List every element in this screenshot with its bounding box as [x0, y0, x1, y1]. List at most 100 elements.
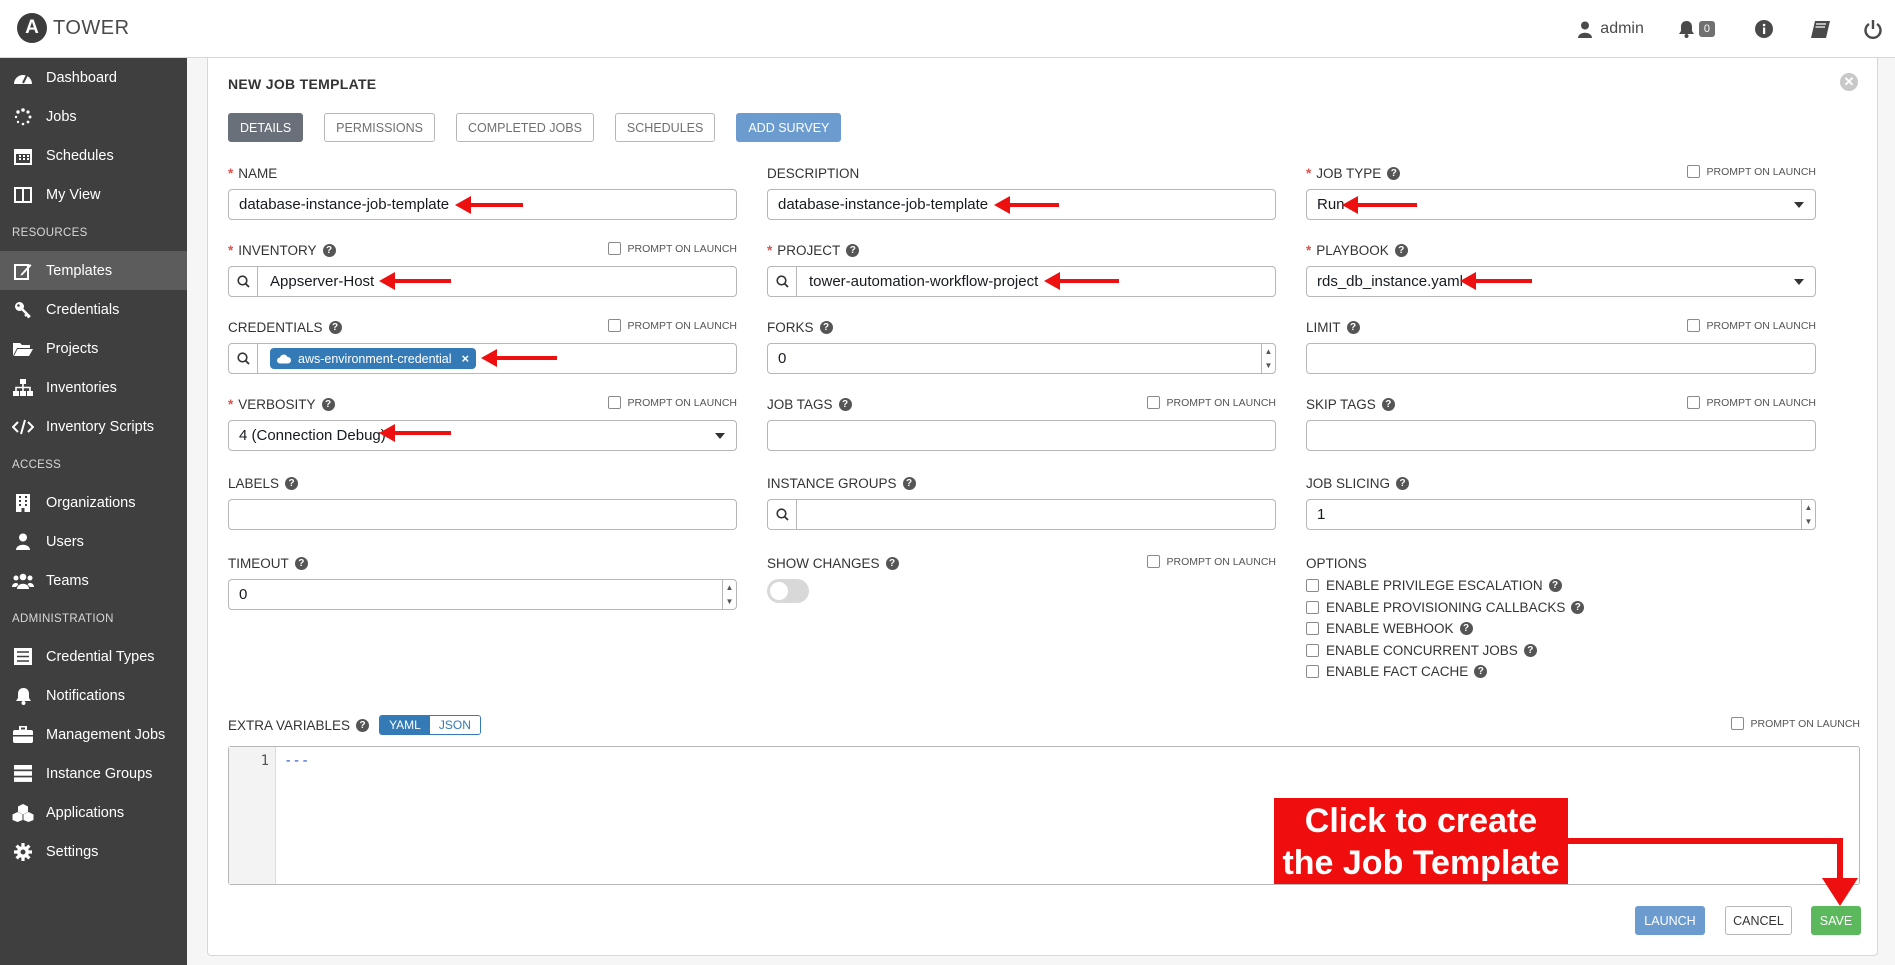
sidebar-item-credentials[interactable]: Credentials [0, 290, 187, 329]
search-icon[interactable] [768, 267, 797, 296]
about-button[interactable] [1755, 20, 1773, 38]
verbosity-select[interactable]: 4 (Connection Debug) [228, 420, 737, 451]
checkbox[interactable] [607, 319, 621, 332]
checkbox[interactable] [607, 242, 621, 255]
extra-variables-prompt-on-launch[interactable]: PROMPT ON LAUNCH [1730, 717, 1860, 730]
sidebar-item-templates[interactable]: Templates [0, 251, 187, 290]
help-icon[interactable]: ? [902, 476, 916, 490]
checkbox[interactable] [1686, 165, 1700, 178]
help-icon[interactable]: ? [1459, 622, 1473, 636]
credentials-prompt-on-launch[interactable]: PROMPT ON LAUNCH [607, 319, 737, 332]
help-icon[interactable]: ? [321, 397, 335, 411]
limit-prompt-on-launch[interactable]: PROMPT ON LAUNCH [1686, 319, 1816, 332]
checkbox[interactable] [1306, 622, 1319, 636]
job-tags-prompt-on-launch[interactable]: PROMPT ON LAUNCH [1146, 396, 1276, 409]
job-slicing-input[interactable]: 1 ▲ ▼ [1306, 499, 1816, 530]
help-icon[interactable]: ? [1381, 397, 1395, 411]
checkbox[interactable] [1306, 643, 1319, 657]
help-icon[interactable]: ? [294, 556, 308, 570]
documentation-button[interactable] [1811, 20, 1830, 38]
sidebar-item-applications[interactable]: Applications [0, 793, 187, 832]
show-changes-toggle[interactable] [767, 579, 809, 603]
help-icon[interactable]: ? [1346, 320, 1360, 334]
help-icon[interactable]: ? [846, 243, 860, 257]
project-lookup[interactable]: tower-automation-workflow-project [767, 266, 1276, 297]
show-changes-prompt-on-launch[interactable]: PROMPT ON LAUNCH [1146, 555, 1276, 568]
help-icon[interactable]: ? [1571, 600, 1585, 614]
sidebar-item-jobs[interactable]: Jobs [0, 97, 187, 136]
verbosity-prompt-on-launch[interactable]: PROMPT ON LAUNCH [607, 396, 737, 409]
logout-button[interactable] [1864, 19, 1882, 39]
sidebar-item-dashboard[interactable]: Dashboard [0, 58, 187, 97]
job-tags-input[interactable] [767, 420, 1276, 451]
sidebar-item-notifications[interactable]: Notifications [0, 676, 187, 715]
checkbox[interactable] [1146, 555, 1160, 568]
search-icon[interactable] [229, 344, 258, 373]
help-icon[interactable]: ? [356, 718, 370, 732]
sidebar-item-credential-types[interactable]: Credential Types [0, 637, 187, 676]
checkbox[interactable] [1306, 600, 1319, 614]
number-stepper[interactable]: ▲ ▼ [722, 580, 736, 609]
tab-completed-jobs[interactable]: COMPLETED JOBS [456, 113, 594, 142]
add-survey-button[interactable]: ADD SURVEY [736, 113, 842, 142]
remove-credential-icon[interactable]: × [462, 351, 470, 366]
close-icon[interactable]: ✕ [1840, 73, 1858, 91]
checkbox[interactable] [1146, 396, 1160, 409]
sidebar-item-teams[interactable]: Teams [0, 561, 187, 600]
inventory-prompt-on-launch[interactable]: PROMPT ON LAUNCH [607, 242, 737, 255]
option-concurrent-jobs[interactable]: ENABLE CONCURRENT JOBS? [1306, 640, 1584, 662]
help-icon[interactable]: ? [1396, 476, 1410, 490]
save-button[interactable]: SAVE [1811, 906, 1861, 935]
search-icon[interactable] [768, 500, 797, 529]
option-fact-cache[interactable]: ENABLE FACT CACHE? [1306, 661, 1584, 683]
help-icon[interactable]: ? [838, 397, 852, 411]
labels-input[interactable] [228, 499, 737, 530]
option-provisioning-callbacks[interactable]: ENABLE PROVISIONING CALLBACKS? [1306, 597, 1585, 619]
extra-variables-editor[interactable]: 1 --- [228, 746, 1860, 885]
sidebar-item-schedules[interactable]: Schedules [0, 136, 187, 175]
sidebar-item-inventory-scripts[interactable]: Inventory Scripts [0, 407, 187, 446]
limit-input[interactable] [1306, 343, 1816, 374]
sidebar-item-users[interactable]: Users [0, 522, 187, 561]
help-icon[interactable]: ? [322, 243, 336, 257]
instance-groups-lookup[interactable] [767, 499, 1276, 530]
launch-button[interactable]: LAUNCH [1635, 906, 1705, 935]
help-icon[interactable]: ? [1474, 665, 1488, 679]
yaml-toggle-button[interactable]: YAML [380, 716, 430, 734]
help-icon[interactable]: ? [328, 320, 342, 334]
help-icon[interactable]: ? [285, 476, 299, 490]
checkbox[interactable] [1306, 665, 1319, 679]
checkbox[interactable] [1730, 717, 1744, 730]
checkbox[interactable] [1686, 396, 1700, 409]
notifications-button[interactable]: 0 [1678, 20, 1715, 38]
inventory-lookup[interactable]: Appserver-Host [228, 266, 737, 297]
user-menu[interactable]: admin [1578, 20, 1644, 38]
checkbox[interactable] [1686, 319, 1700, 332]
option-webhook[interactable]: ENABLE WEBHOOK? [1306, 618, 1584, 640]
tab-details[interactable]: DETAILS [228, 113, 304, 142]
help-icon[interactable]: ? [1387, 166, 1401, 180]
sidebar-item-projects[interactable]: Projects [0, 329, 187, 368]
cancel-button[interactable]: CANCEL [1725, 906, 1792, 935]
tower-logo[interactable]: A TOWER [17, 13, 130, 43]
number-stepper[interactable]: ▲ ▼ [1801, 500, 1815, 529]
sidebar-item-instance-groups[interactable]: Instance Groups [0, 754, 187, 793]
help-icon[interactable]: ? [1548, 579, 1562, 593]
timeout-input[interactable]: 0 ▲ ▼ [228, 579, 737, 610]
checkbox[interactable] [1306, 579, 1319, 593]
forks-input[interactable]: 0 ▲ ▼ [767, 343, 1276, 374]
help-icon[interactable]: ? [1523, 643, 1537, 657]
sidebar-item-settings[interactable]: Settings [0, 832, 187, 871]
search-icon[interactable] [229, 267, 258, 296]
skip-tags-prompt-on-launch[interactable]: PROMPT ON LAUNCH [1686, 396, 1816, 409]
number-stepper[interactable]: ▲ ▼ [1261, 344, 1275, 373]
help-icon[interactable]: ? [1394, 243, 1408, 257]
tab-schedules[interactable]: SCHEDULES [614, 113, 716, 142]
help-icon[interactable]: ? [885, 556, 899, 570]
sidebar-item-inventories[interactable]: Inventories [0, 368, 187, 407]
sidebar-item-management-jobs[interactable]: Management Jobs [0, 715, 187, 754]
sidebar-item-my-view[interactable]: My View [0, 175, 187, 214]
json-toggle-button[interactable]: JSON [429, 716, 480, 734]
job-type-prompt-on-launch[interactable]: PROMPT ON LAUNCH [1686, 165, 1816, 178]
tab-permissions[interactable]: PERMISSIONS [324, 113, 435, 142]
